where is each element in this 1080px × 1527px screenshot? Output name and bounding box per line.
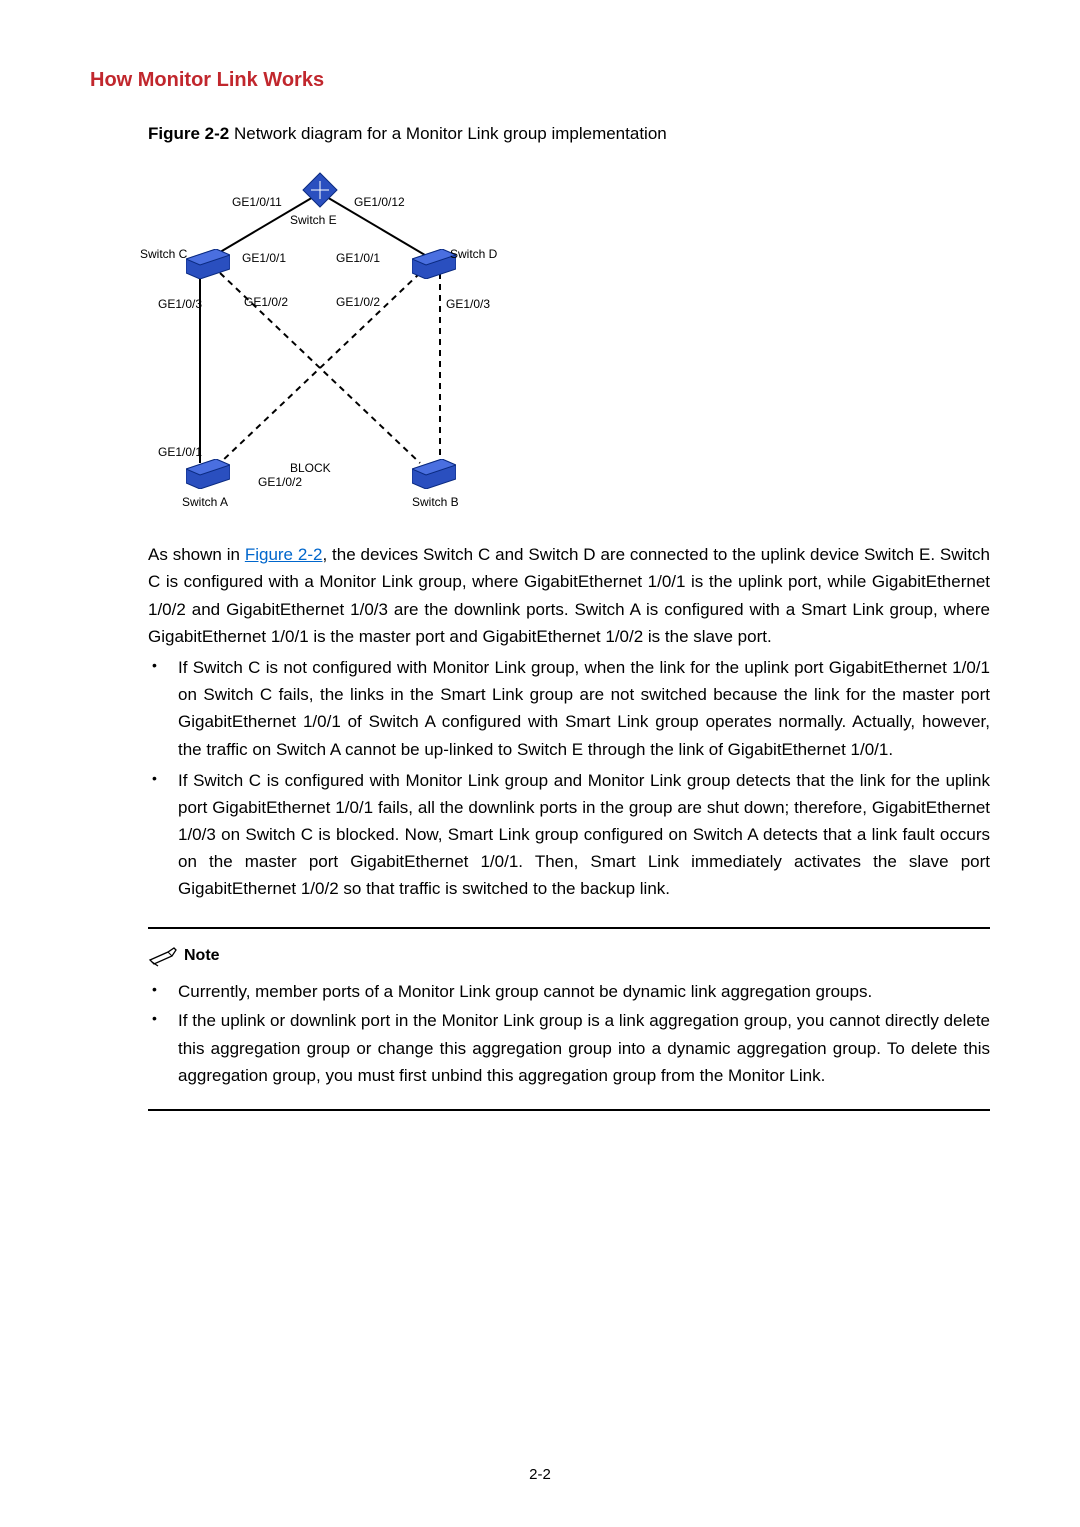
note-label: Note [184,943,220,969]
label-switch-d: Switch D [450,245,497,264]
label-ge1011: GE1/0/11 [232,193,282,212]
figure-caption-text: Network diagram for a Monitor Link group… [229,124,666,143]
note-heading: Note [148,943,990,969]
switch-a-device-icon [186,459,230,489]
label-ge101-a: GE1/0/1 [158,443,202,462]
page-number: 2-2 [0,1463,1080,1487]
figure-caption-bold: Figure 2-2 [148,124,229,143]
label-switch-c: Switch C [140,245,187,264]
label-block: BLOCK [290,459,331,478]
figure-reference-link[interactable]: Figure 2-2 [245,545,323,564]
label-ge103-c: GE1/0/3 [158,295,202,314]
label-ge103-d: GE1/0/3 [446,295,490,314]
switch-c-device-icon [186,249,230,279]
note-icon [148,946,178,968]
bullet-item: If Switch C is configured with Monitor L… [148,767,990,903]
note-list: Currently, member ports of a Monitor Lin… [148,978,990,1089]
intro-paragraph: As shown in Figure 2-2, the devices Swit… [148,541,990,650]
label-ge102-c: GE1/0/2 [244,293,288,312]
page: How Monitor Link Works Figure 2-2 Networ… [0,0,1080,1527]
intro-pre: As shown in [148,545,245,564]
network-diagram: Switch E Switch C Switch D Switch A Swit… [140,163,500,513]
note-box: Note Currently, member ports of a Monito… [148,927,990,1111]
label-switch-e: Switch E [290,211,337,230]
figure-caption: Figure 2-2 Network diagram for a Monitor… [148,120,990,147]
label-ge101-left: GE1/0/1 [242,249,286,268]
label-ge1012: GE1/0/12 [354,193,405,212]
note-item: Currently, member ports of a Monitor Lin… [148,978,990,1005]
label-ge101-right: GE1/0/1 [336,249,380,268]
bullet-item: If Switch C is not configured with Monit… [148,654,990,763]
switch-b-device-icon [412,459,456,489]
section-heading: How Monitor Link Works [90,64,990,96]
switch-e-device-icon [301,171,339,209]
note-item: If the uplink or downlink port in the Mo… [148,1007,990,1089]
label-ge102-d: GE1/0/2 [336,293,380,312]
bullet-list: If Switch C is not configured with Monit… [90,654,990,903]
diagram-container: Switch E Switch C Switch D Switch A Swit… [140,163,990,513]
label-switch-b: Switch B [412,493,459,512]
label-switch-a: Switch A [182,493,228,512]
